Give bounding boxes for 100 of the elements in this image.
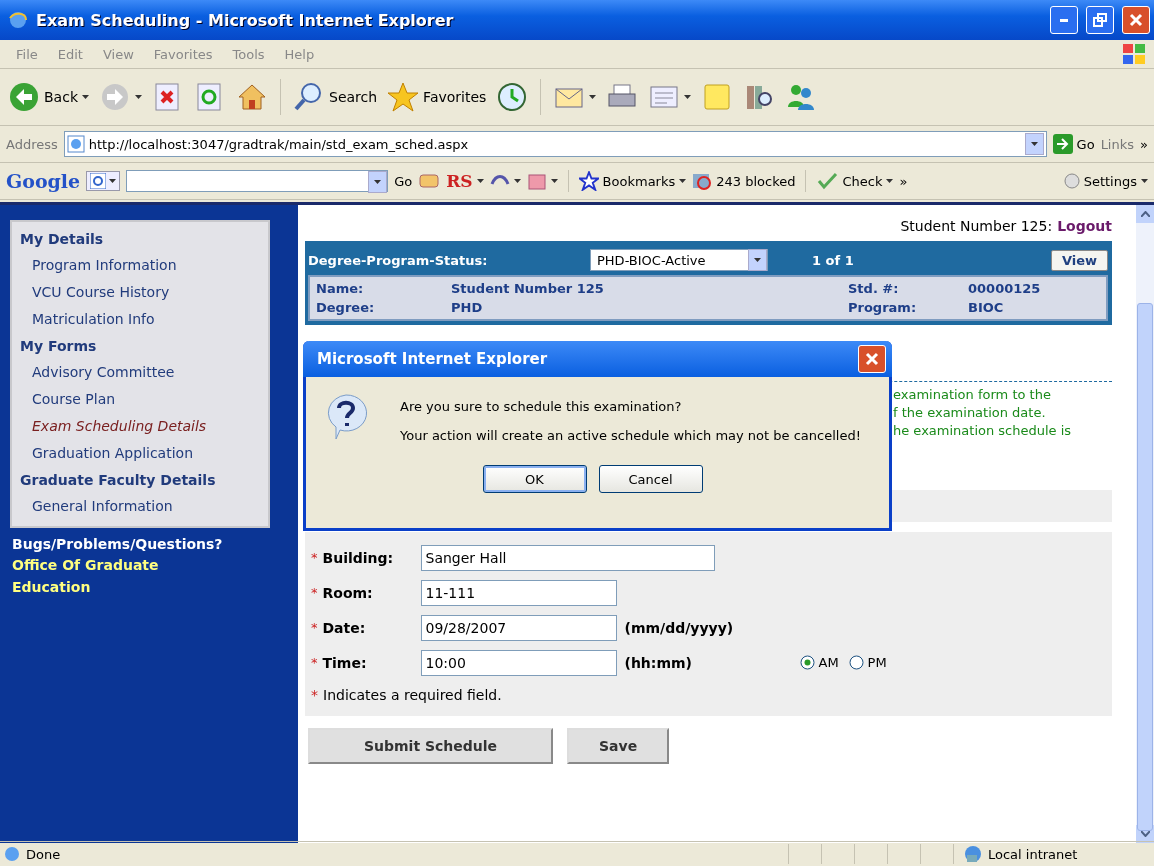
caret-icon[interactable] [1141,179,1148,183]
g-icon [90,173,107,189]
restore-button[interactable] [1086,6,1114,34]
logout-link[interactable]: Logout [1057,218,1112,234]
caret-icon[interactable] [886,179,894,183]
blocked-icon [692,171,713,191]
dialog-button[interactable]: Cancel [598,465,703,493]
detail-value: 00000125 [968,281,1042,296]
windows-logo-icon [1122,43,1146,65]
field-label: Room: [322,584,374,601]
sidebar-item[interactable]: Matriculation Info [12,306,268,333]
caret-icon[interactable] [589,95,597,99]
settings-button[interactable]: Settings [1063,173,1148,189]
spellcheck-button[interactable]: Check [816,172,894,190]
caret-icon[interactable] [679,179,687,183]
field-label: Time: [322,654,368,671]
scrollbar[interactable] [1136,205,1154,843]
caret-icon[interactable] [1030,142,1038,146]
input-field[interactable]: 10:00 [420,649,617,676]
address-label: Address [6,136,58,152]
sidebar-item[interactable]: Graduation Application [12,440,268,467]
caret-icon[interactable] [754,258,761,262]
format-hint: (hh:mm) [624,654,693,671]
dialog-message: Are you sure to schedule this examination? [400,399,683,414]
caret-icon[interactable] [374,180,382,184]
sidebar-item[interactable]: Exam Scheduling Details [12,413,268,440]
globe-icon [964,845,982,863]
sidebar-item[interactable]: Course Plan [12,386,268,413]
radio-option[interactable]: AM [799,655,839,670]
caret-icon[interactable] [684,95,692,99]
program-select[interactable]: PHD-BIOC-Active [590,249,768,271]
clock-icon[interactable] [496,81,529,113]
sidebar-item[interactable]: Program Information [12,252,268,279]
dropdown-button[interactable] [1024,133,1044,155]
zone-text: Local intranet [988,846,1078,862]
sidebar-item[interactable]: General Information [12,493,268,520]
caret-icon[interactable] [476,179,484,183]
required-mark: * [311,550,318,565]
detail-label: Program: [848,300,918,315]
input-field[interactable]: 09/28/2007 [420,614,617,641]
status-label: Degree-Program-Status: [308,252,489,268]
page-icon [4,846,20,862]
sidebar-item[interactable]: VCU Course History [12,279,268,306]
office-link[interactable]: Office Of Graduate Education [10,554,212,598]
checkmark-icon [816,172,839,190]
sidebar-item[interactable]: Advisory Committee [12,359,268,386]
record-count: 1 of 1 [812,252,855,268]
minimize-button[interactable] [1050,6,1078,34]
radio-icon[interactable] [799,655,815,670]
radio-icon[interactable] [848,655,864,670]
field-label: Building: [322,549,395,566]
page-icon [66,135,85,153]
radio-option[interactable]: PM [848,655,887,670]
caret-icon[interactable] [513,179,521,183]
required-mark: * [311,687,318,703]
detail-value: PHD [451,300,484,315]
caret-icon[interactable] [82,95,89,99]
browser-icon [8,10,28,30]
detail-label: Name: [316,281,365,296]
star-icon[interactable] [387,81,420,113]
toolbar-label[interactable]: Back [44,89,78,105]
toolbar-label[interactable]: Favorites [423,89,487,105]
more-button[interactable]: » [1140,136,1148,152]
bookmarks-button[interactable]: Bookmarks [578,171,687,191]
caret-icon[interactable] [109,179,117,183]
input-field[interactable]: 11-111 [420,579,617,606]
caret-icon[interactable] [135,95,142,99]
toolbar-label[interactable]: Search [329,89,378,105]
restore-icon [1093,13,1107,27]
form-button[interactable]: Save [567,728,670,764]
go-button[interactable]: Go [394,173,413,189]
dialog-button[interactable]: OK [482,465,587,493]
minimize-icon [1060,18,1068,22]
google-menu-button[interactable] [86,171,121,191]
google-logo: Google [6,170,81,192]
caret-icon[interactable] [550,179,558,183]
close-icon [865,352,879,366]
status-text: Done [26,846,61,862]
detail-label: Degree: [316,300,376,315]
go-button[interactable]: Go [1052,134,1095,154]
required-note: Indicates a required field. [323,687,502,703]
rs-button[interactable]: RS [446,171,473,191]
user-name: Student Number 125: [900,218,1053,234]
help-heading: Bugs/Problems/Questions? [11,536,224,552]
dialog-message: Your action will create an active schedule which may not be cancelled! [400,428,861,443]
address-field[interactable]: http://localhost:3047/gradtrak/main/std_exam_sched.aspx [63,131,1047,157]
input-field[interactable]: Sanger Hall [420,544,715,571]
more-button[interactable]: » [899,173,908,189]
scroll-up-icon[interactable] [1140,211,1150,217]
field-label: Date: [322,619,367,636]
view-button[interactable]: View [1050,249,1108,271]
detail-label: Std. #: [848,281,900,296]
scroll-down-icon[interactable] [1140,831,1150,837]
close-button[interactable] [858,345,886,373]
google-search-field[interactable] [126,170,389,192]
close-button[interactable] [1122,6,1150,34]
popup-blocker-button[interactable]: 243 blocked [692,171,796,191]
sidebar-heading: My Details [19,230,105,249]
links-button[interactable]: Links [1100,136,1135,152]
form-button[interactable]: Submit Schedule [308,728,553,764]
